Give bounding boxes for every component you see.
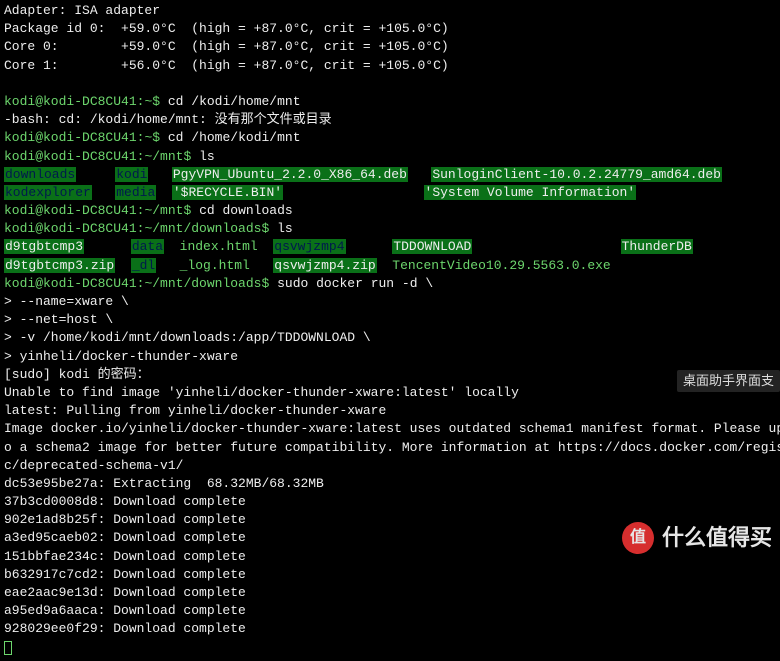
docker-arg: > --name=xware \ bbox=[4, 293, 776, 311]
ls-output: downloads kodi PgyVPN_Ubuntu_2.2.0_X86_6… bbox=[4, 166, 776, 184]
docker-output: o a schema2 image for better future comp… bbox=[4, 439, 776, 457]
docker-output: Unable to find image 'yinheli/docker-thu… bbox=[4, 384, 776, 402]
smzdm-watermark: 值 什么值得买 bbox=[622, 522, 772, 554]
smzdm-text: 什么值得买 bbox=[662, 523, 772, 554]
ls-output: d9tgbtcmp3 data index.html qsvwjzmp4 TDD… bbox=[4, 238, 776, 256]
sensor-adapter: Adapter: ISA adapter bbox=[4, 2, 776, 20]
blank-line bbox=[4, 75, 776, 93]
prompt-line[interactable]: kodi@kodi-DC8CU41:~$ cd /kodi/home/mnt bbox=[4, 93, 776, 111]
docker-arg: > -v /home/kodi/mnt/downloads:/app/TDDOW… bbox=[4, 329, 776, 347]
ls-output: d9tgbtcmp3.zip _dl _log.html qsvwjzmp4.z… bbox=[4, 257, 776, 275]
error-line: -bash: cd: /kodi/home/mnt: 没有那个文件或目录 bbox=[4, 111, 776, 129]
prompt-line[interactable]: kodi@kodi-DC8CU41:~/mnt$ ls bbox=[4, 148, 776, 166]
sensor-core0: Core 0: +59.0°C (high = +87.0°C, crit = … bbox=[4, 38, 776, 56]
prompt-line[interactable]: kodi@kodi-DC8CU41:~/mnt$ cd downloads bbox=[4, 202, 776, 220]
docker-layer: 928029ee0f29: Download complete bbox=[4, 620, 776, 638]
sensor-package: Package id 0: +59.0°C (high = +87.0°C, c… bbox=[4, 20, 776, 38]
prompt-line[interactable]: kodi@kodi-DC8CU41:~/mnt/downloads$ ls bbox=[4, 220, 776, 238]
docker-output: Image docker.io/yinheli/docker-thunder-x… bbox=[4, 420, 776, 438]
docker-layer: b632917c7cd2: Download complete bbox=[4, 566, 776, 584]
prompt-line[interactable]: kodi@kodi-DC8CU41:~$ cd /home/kodi/mnt bbox=[4, 129, 776, 147]
sensor-core1: Core 1: +56.0°C (high = +87.0°C, crit = … bbox=[4, 57, 776, 75]
cursor-line[interactable] bbox=[4, 639, 776, 661]
docker-layer: eae2aac9e13d: Download complete bbox=[4, 584, 776, 602]
ls-output: kodexplorer media '$RECYCLE.BIN' 'System… bbox=[4, 184, 776, 202]
docker-layer: a95ed9a6aaca: Download complete bbox=[4, 602, 776, 620]
desktop-assistant-tooltip: 桌面助手界面支 bbox=[677, 370, 780, 392]
docker-arg: > --net=host \ bbox=[4, 311, 776, 329]
prompt-line[interactable]: kodi@kodi-DC8CU41:~/mnt/downloads$ sudo … bbox=[4, 275, 776, 293]
docker-output: latest: Pulling from yinheli/docker-thun… bbox=[4, 402, 776, 420]
docker-output: c/deprecated-schema-v1/ bbox=[4, 457, 776, 475]
docker-arg: > yinheli/docker-thunder-xware bbox=[4, 348, 776, 366]
docker-layer: 37b3cd0008d8: Download complete bbox=[4, 493, 776, 511]
smzdm-badge-icon: 值 bbox=[622, 522, 654, 554]
docker-extract: dc53e95be27a: Extracting 68.32MB/68.32MB bbox=[4, 475, 776, 493]
cursor-icon bbox=[4, 641, 12, 655]
sudo-password[interactable]: [sudo] kodi 的密码： bbox=[4, 366, 776, 384]
